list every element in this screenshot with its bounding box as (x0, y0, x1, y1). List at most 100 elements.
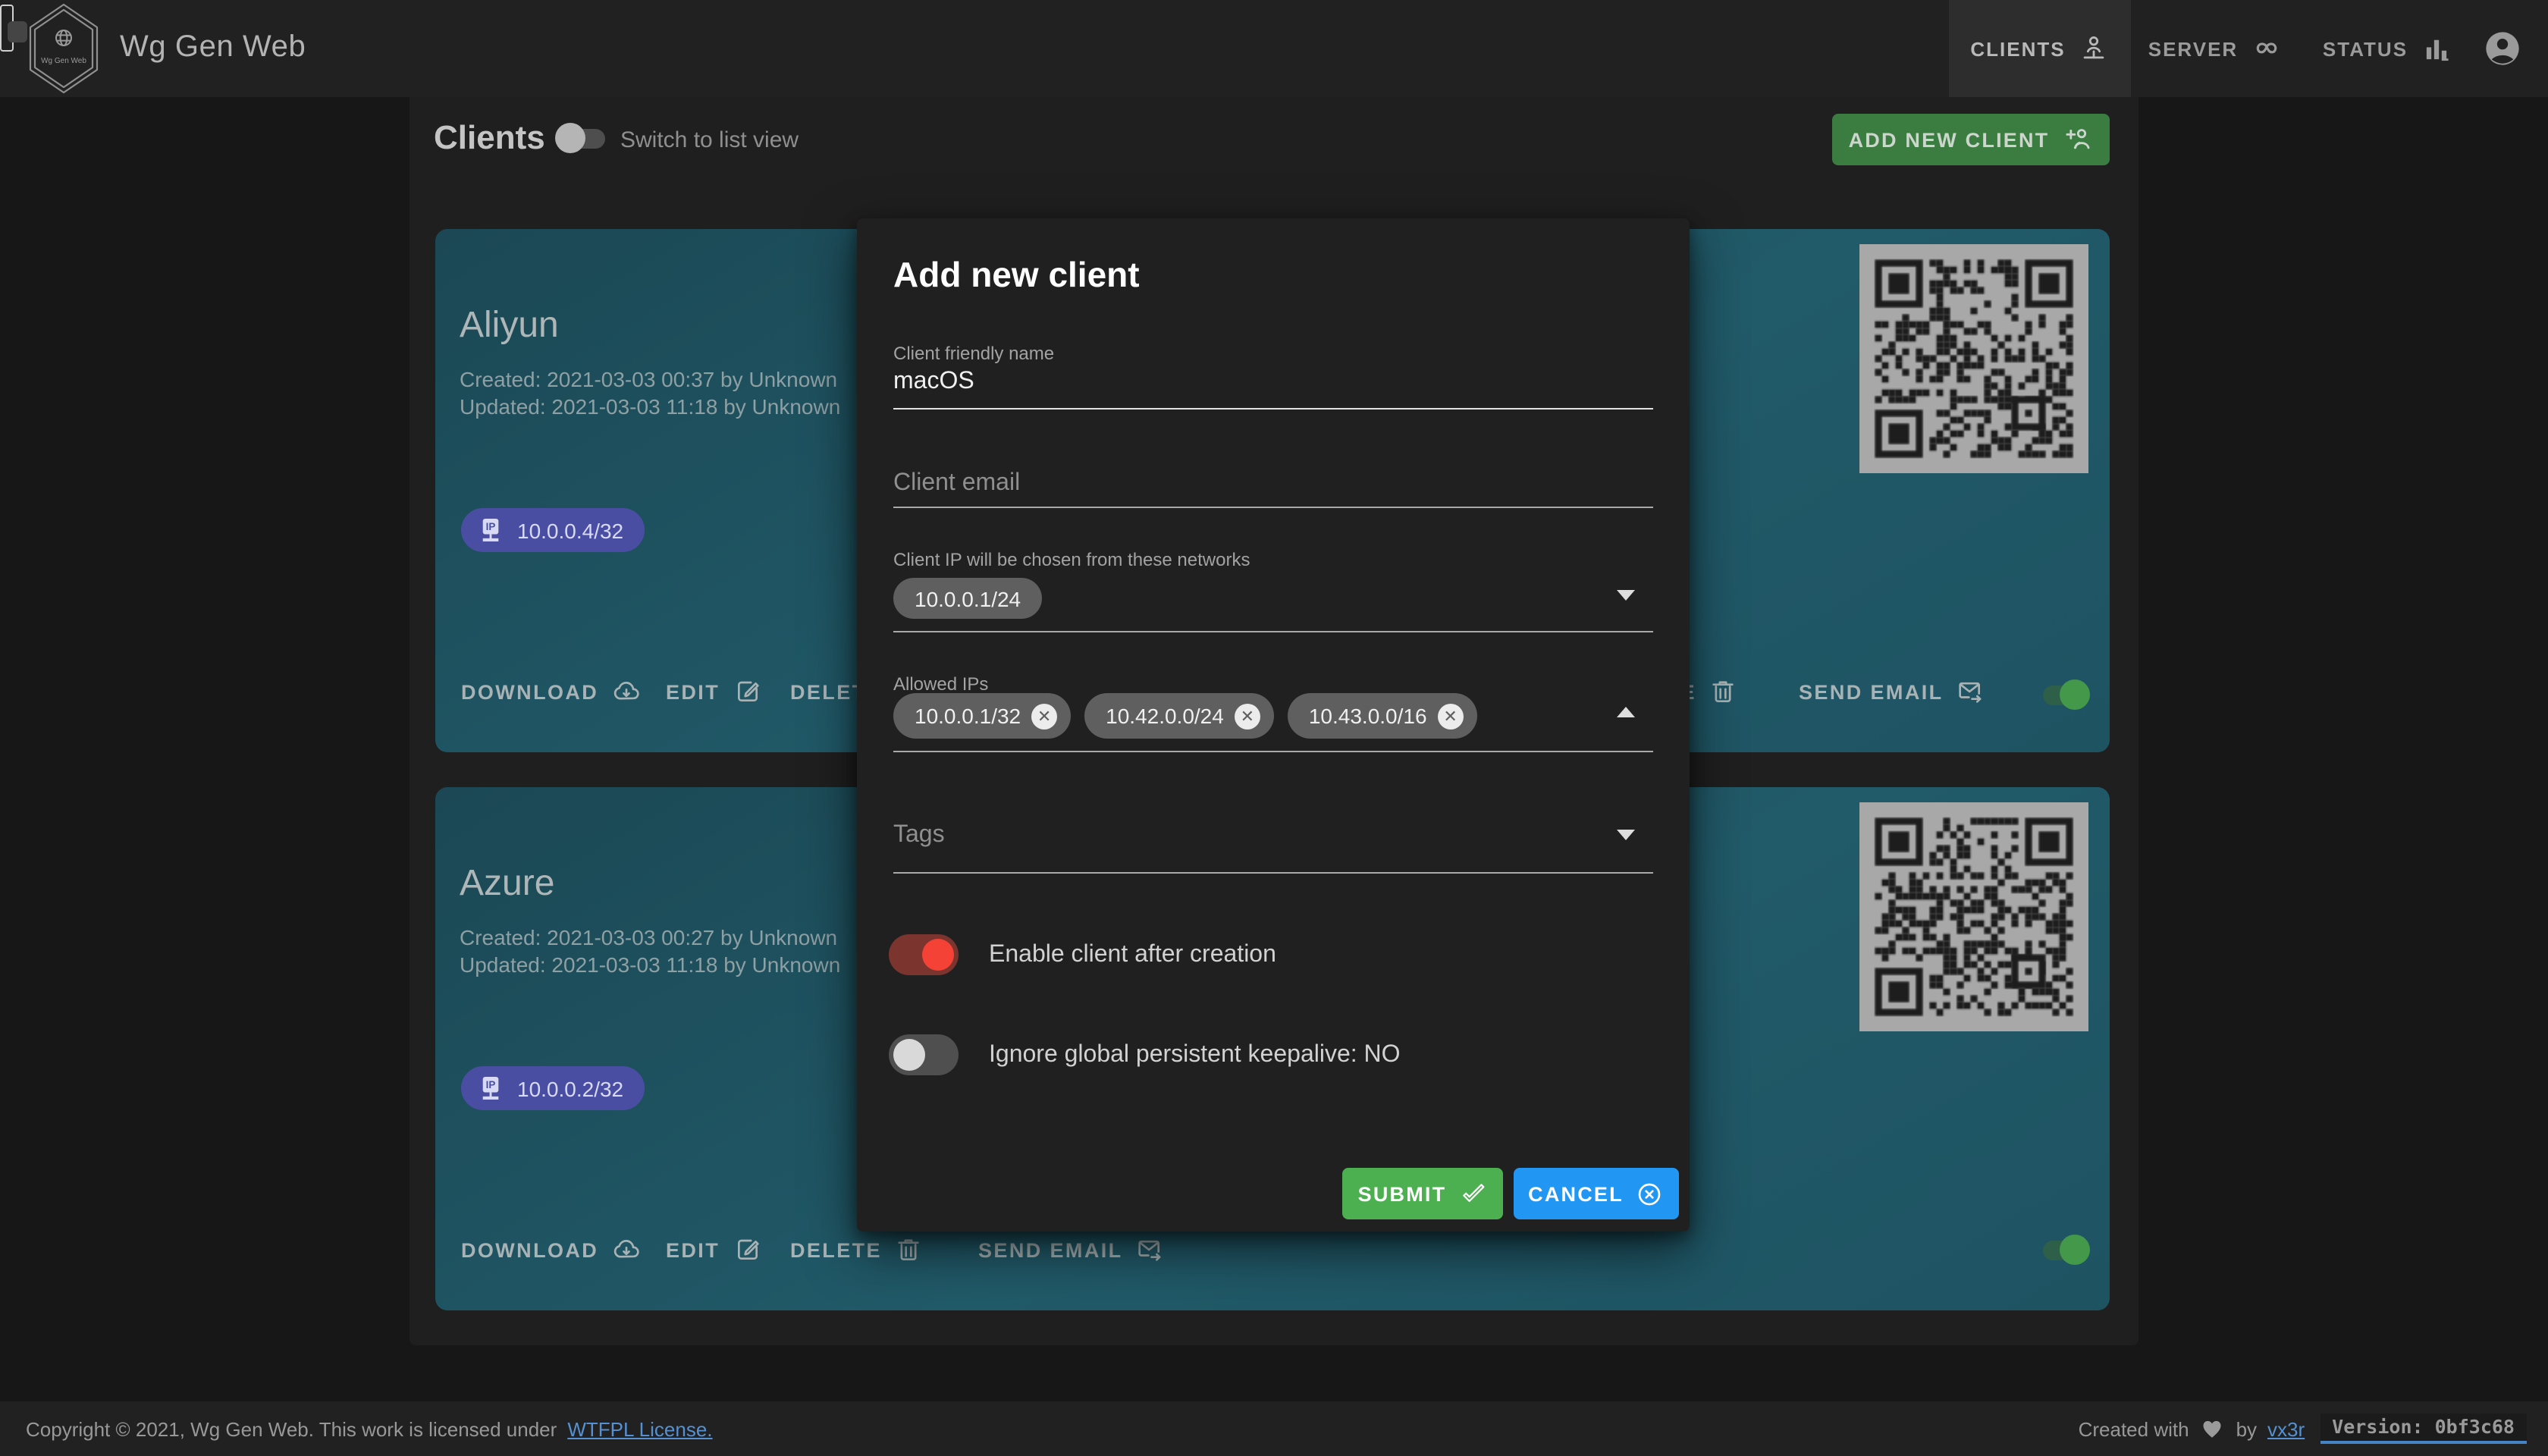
send-email-button[interactable]: SEND EMAIL (978, 1235, 1166, 1265)
license-link[interactable]: WTFPL License. (567, 1417, 712, 1440)
client-ip-label: 10.0.0.4/32 (517, 518, 624, 542)
network-chip[interactable]: 10.0.0.1/24 (893, 578, 1043, 619)
chip-close-icon[interactable]: ✕ (1234, 703, 1260, 729)
tags-field-underline (893, 872, 1653, 874)
download-button[interactable]: DOWNLOAD (461, 676, 641, 707)
account-plus-icon (2063, 124, 2093, 155)
toggle-thumb (922, 939, 954, 971)
send-email-label: SEND EMAIL (978, 1238, 1123, 1261)
allowed-ips-field-underline (893, 751, 1653, 752)
allowed-ips-chip-row: 10.0.0.1/32 ✕ 10.42.0.0/24 ✕ 10.43.0.0/1… (893, 693, 1477, 739)
tags-field-input[interactable]: Tags (893, 822, 945, 849)
client-updated: Updated: 2021-03-03 11:18 by Unknown (460, 952, 841, 977)
enable-client-toggle[interactable] (889, 934, 959, 975)
client-ip-label: 10.0.0.2/32 (517, 1076, 624, 1100)
bar-chart-icon (2420, 33, 2452, 64)
wg-gen-web-app: Wg Gen Web Wg Gen Web CLIENTS SERVER STA… (0, 0, 2548, 1456)
nav-tab-status[interactable]: STATUS (2314, 0, 2460, 97)
heart-icon (2200, 1417, 2226, 1441)
delete-label: DELETE (790, 1238, 882, 1261)
edit-button[interactable]: EDIT (666, 676, 762, 707)
svg-text:IP: IP (486, 1079, 496, 1090)
client-created: Created: 2021-03-03 00:27 by Unknown (460, 925, 838, 949)
add-client-dialog: Add new client Client friendly name macO… (857, 218, 1690, 1232)
submit-label: SUBMIT (1357, 1182, 1447, 1205)
edit-button[interactable]: EDIT (666, 1235, 762, 1265)
cloud-download-icon (610, 676, 641, 707)
networks-field-underline (893, 631, 1653, 632)
app-title: Wg Gen Web (120, 30, 306, 64)
check-icon (1458, 1179, 1487, 1208)
ignore-keepalive-toggle-label: Ignore global persistent keepalive: NO (989, 1042, 1401, 1068)
email-field-underline (893, 507, 1653, 508)
networks-field-label: Client IP will be chosen from these netw… (893, 549, 1250, 570)
version-badge[interactable]: Version: 0bf3c68 (2320, 1414, 2527, 1444)
client-ip-chip: IP 10.0.0.2/32 (461, 1066, 645, 1110)
tags-dropdown-icon[interactable] (1617, 830, 1635, 840)
email-field-input[interactable]: Client email (893, 470, 1020, 497)
name-field-underline (893, 408, 1653, 410)
dialog-title: Add new client (893, 255, 1140, 294)
name-field-input[interactable]: macOS (893, 369, 974, 396)
allowed-ip-chip[interactable]: 10.43.0.0/16 ✕ (1287, 693, 1477, 739)
toggle-thumb (555, 123, 585, 153)
client-qr-code (1859, 244, 2088, 473)
allowed-ips-dropdown-icon[interactable] (1617, 707, 1635, 717)
download-label: DOWNLOAD (461, 1238, 599, 1261)
allowed-ip-chip-label: 10.42.0.0/24 (1106, 704, 1224, 728)
ip-network-icon: IP (476, 516, 505, 544)
client-ip-chip: IP 10.0.0.4/32 (461, 508, 645, 552)
edit-icon (732, 676, 762, 707)
client-name: Aliyun (460, 305, 559, 346)
vpn-icon (2250, 33, 2282, 64)
nav-tab-server-label: SERVER (2148, 37, 2239, 60)
email-send-icon (1956, 676, 1986, 707)
chip-close-icon[interactable]: ✕ (1031, 703, 1058, 729)
add-new-client-button[interactable]: ADD NEW CLIENT (1832, 114, 2110, 165)
ip-network-icon: IP (476, 1074, 505, 1103)
client-name: Azure (460, 863, 555, 904)
list-view-toggle-label: Switch to list view (620, 127, 799, 153)
list-view-toggle[interactable] (555, 123, 610, 153)
nav-tab-status-label: STATUS (2322, 37, 2408, 60)
allowed-ip-chip[interactable]: 10.0.0.1/32 ✕ (893, 693, 1072, 739)
edit-label: EDIT (666, 680, 720, 703)
client-enabled-toggle[interactable] (2038, 1235, 2093, 1265)
created-with-text: Created with (2078, 1417, 2189, 1440)
network-chip-label: 10.0.0.1/24 (915, 586, 1021, 610)
toggle-thumb (2060, 1235, 2090, 1265)
add-new-client-label: ADD NEW CLIENT (1848, 128, 2050, 151)
submit-button[interactable]: SUBMIT (1342, 1168, 1503, 1219)
cancel-button[interactable]: CANCEL (1514, 1168, 1679, 1219)
app-footer: Copyright © 2021, Wg Gen Web. This work … (0, 1401, 2548, 1456)
ui-artifact-square (8, 21, 27, 42)
app-logo-icon: Wg Gen Web (29, 3, 99, 94)
copyright-text: Copyright © 2021, Wg Gen Web. This work … (26, 1417, 557, 1440)
toggle-thumb (2060, 679, 2090, 710)
enable-client-toggle-label: Enable client after creation (989, 942, 1276, 968)
nav-tab-clients-label: CLIENTS (1970, 37, 2066, 60)
trash-icon (894, 1235, 924, 1265)
edit-label: EDIT (666, 1238, 720, 1261)
client-updated: Updated: 2021-03-03 11:18 by Unknown (460, 394, 841, 419)
author-link[interactable]: vx3r (2267, 1417, 2305, 1440)
svg-text:Wg Gen Web: Wg Gen Web (41, 57, 86, 65)
download-label: DOWNLOAD (461, 680, 599, 703)
allowed-ip-chip[interactable]: 10.42.0.0/24 ✕ (1084, 693, 1274, 739)
cloud-download-icon (610, 1235, 641, 1265)
networks-dropdown-icon[interactable] (1617, 590, 1635, 601)
nav-tab-server[interactable]: SERVER (2142, 0, 2289, 97)
close-circle-icon (1636, 1179, 1665, 1208)
page-title: Clients (434, 118, 545, 156)
delete-button[interactable]: DELETE (790, 1235, 924, 1265)
edit-icon (732, 1235, 762, 1265)
account-circle-icon[interactable] (2483, 29, 2522, 68)
chip-close-icon[interactable]: ✕ (1437, 703, 1464, 729)
send-email-button-right[interactable]: SEND EMAIL (1799, 676, 1986, 707)
client-enabled-toggle[interactable] (2038, 679, 2093, 710)
nav-tab-clients[interactable]: CLIENTS (1949, 0, 2131, 97)
email-send-icon (1135, 1235, 1166, 1265)
ignore-keepalive-toggle[interactable] (889, 1034, 959, 1075)
download-button[interactable]: DOWNLOAD (461, 1235, 641, 1265)
cancel-label: CANCEL (1528, 1182, 1624, 1205)
